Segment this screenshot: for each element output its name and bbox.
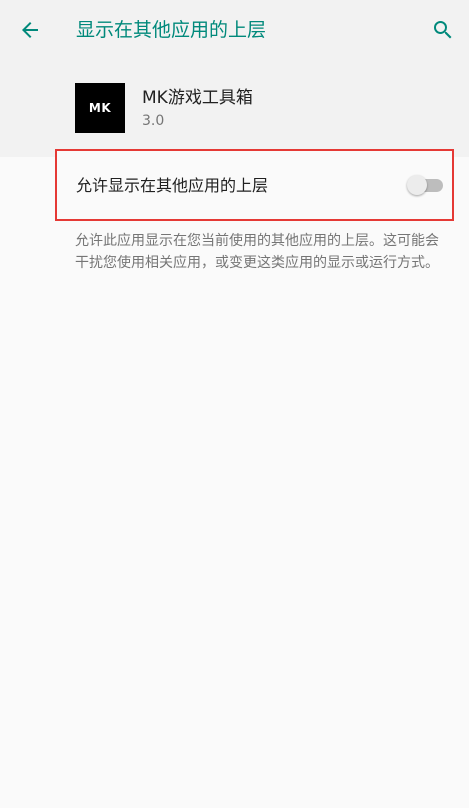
search-button[interactable] [427, 14, 459, 46]
app-icon: MK [75, 83, 125, 133]
app-icon-text: MK [88, 101, 112, 115]
app-version: 3.0 [142, 113, 165, 129]
back-button[interactable] [14, 14, 46, 46]
allow-overlay-switch[interactable] [407, 175, 443, 195]
toolbar: 显示在其他应用的上层 [0, 0, 469, 60]
search-icon [434, 21, 452, 39]
switch-thumb [407, 175, 427, 195]
app-header: MK MK游戏工具箱 3.0 [0, 60, 469, 157]
page-title: 显示在其他应用的上层 [76, 19, 267, 41]
setting-description: 允许此应用显示在您当前使用的其他应用的上层。这可能会干扰您使用相关应用，或变更这… [75, 233, 439, 271]
allow-overlay-label: 允许显示在其他应用的上层 [76, 176, 269, 195]
allow-overlay-setting-row[interactable]: 允许显示在其他应用的上层 [55, 149, 454, 221]
arrow-back-icon [22, 22, 38, 38]
app-name: MK游戏工具箱 [142, 88, 253, 108]
